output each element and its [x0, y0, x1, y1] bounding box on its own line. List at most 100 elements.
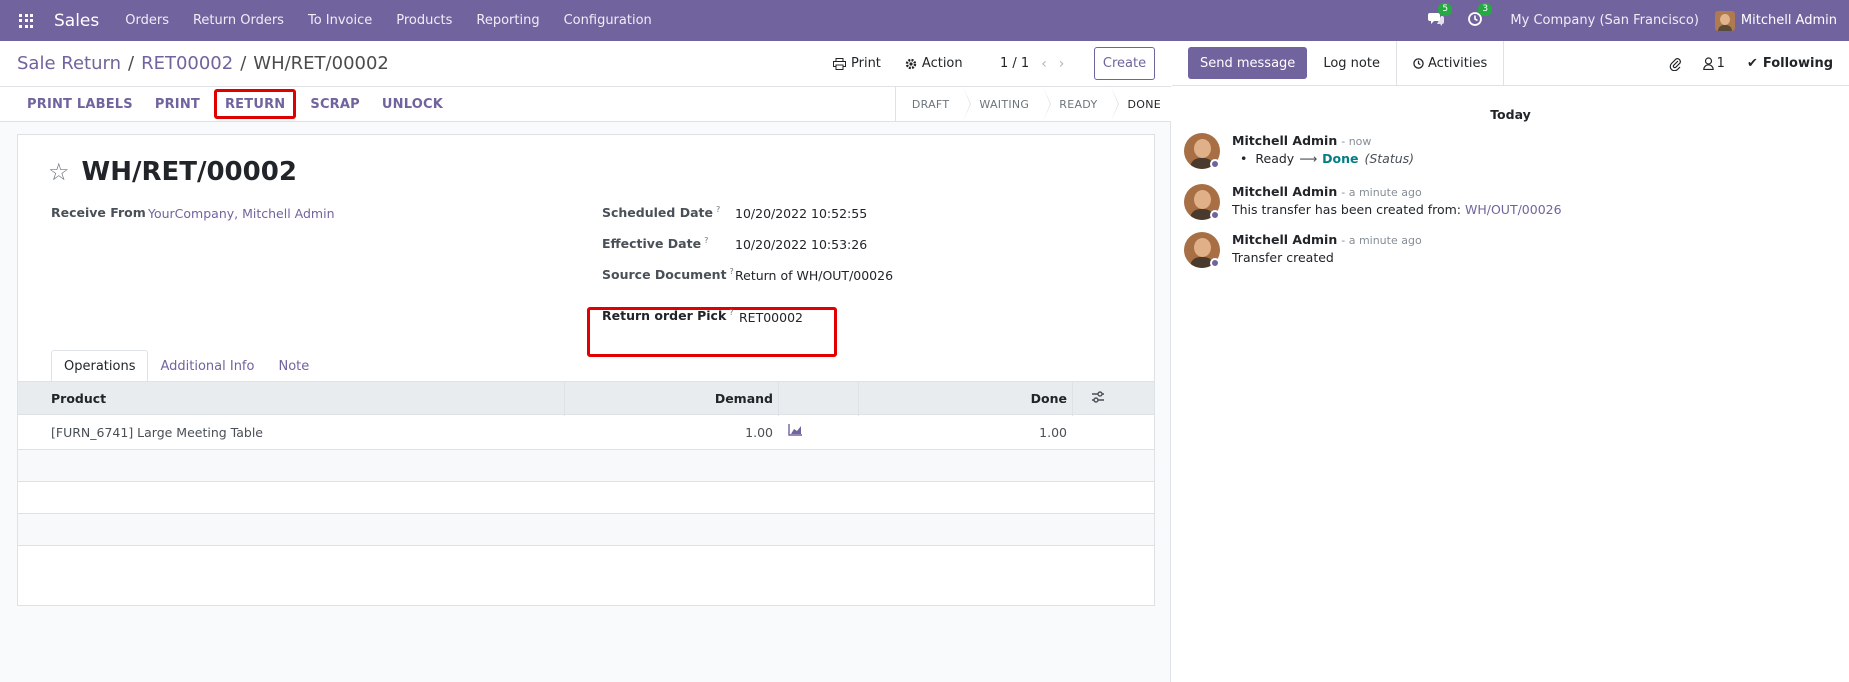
unlock-button[interactable]: UNLOCK — [371, 89, 454, 119]
activities-label: Activities — [1427, 55, 1488, 71]
user-menu[interactable]: Mitchell Admin — [1741, 13, 1837, 28]
scheduled-date-label-text: Scheduled Date — [602, 205, 713, 221]
send-message-button[interactable]: Send message — [1188, 47, 1308, 79]
pager-next-icon[interactable]: › — [1059, 56, 1065, 72]
table-row[interactable]: [FURN_6741] Large Meeting Table 1.00 1.0… — [18, 415, 1154, 450]
status-stages: DRAFT WAITING READY DONE — [894, 87, 1171, 121]
message-origin-link[interactable]: WH/OUT/00026 — [1465, 202, 1562, 217]
followers-button[interactable]: 1 — [1702, 56, 1725, 71]
column-done[interactable]: Done — [18, 391, 1067, 406]
activities-button[interactable]: Activities — [1397, 40, 1505, 86]
message-body: Mitchell Admin - a minute ago Transfer c… — [1232, 232, 1422, 268]
tab-note[interactable]: Note — [266, 350, 321, 382]
menu-to-invoice[interactable]: To Invoice — [296, 13, 384, 28]
breadcrumb-separator: / — [240, 53, 247, 74]
pager: 1 / 1 ‹ › — [1000, 41, 1064, 86]
effective-date-label: Effective Date? — [602, 236, 708, 251]
long-arrow-right-icon: ⟶ — [1299, 151, 1318, 166]
chatter-topbar: Send message Log note Activities 1 ✔ Fol… — [1172, 40, 1849, 86]
help-icon[interactable]: ? — [730, 267, 734, 276]
breadcrumb-sale-return[interactable]: Sale Return — [17, 53, 121, 74]
gear-icon — [905, 58, 917, 69]
tab-additional-info[interactable]: Additional Info — [148, 350, 266, 382]
message-body: Mitchell Admin - now • Ready ⟶ Done (Sta… — [1232, 133, 1414, 169]
chatter-topbar-right: 1 ✔ Following — [1647, 41, 1833, 86]
message-author[interactable]: Mitchell Admin — [1232, 232, 1337, 247]
message-author[interactable]: Mitchell Admin — [1232, 133, 1337, 148]
activities-badge: 3 — [1478, 2, 1493, 16]
optional-columns-icon[interactable] — [1091, 390, 1105, 404]
menu-configuration[interactable]: Configuration — [552, 13, 664, 28]
print-menu-label: Print — [851, 56, 881, 71]
message-author[interactable]: Mitchell Admin — [1232, 184, 1337, 199]
bullet: • — [1240, 151, 1248, 166]
source-document-label-text: Source Document — [602, 267, 727, 283]
company-switcher[interactable]: My Company (San Francisco) — [1510, 13, 1698, 28]
action-menus: Print Action — [833, 41, 987, 86]
breadcrumb-current: WH/RET/00002 — [253, 53, 389, 74]
message-author-avatar[interactable] — [1184, 184, 1220, 220]
message-author-avatar[interactable] — [1184, 232, 1220, 268]
action-menu-label: Action — [921, 56, 963, 71]
form-sheet: ☆ WH/RET/00002 Receive From YourCompany,… — [17, 134, 1155, 606]
receive-from-label: Receive From — [51, 205, 146, 220]
menu-return-orders[interactable]: Return Orders — [181, 13, 296, 28]
help-icon[interactable]: ? — [704, 236, 708, 245]
receive-from-value[interactable]: YourCompany, Mitchell Admin — [148, 206, 335, 221]
record-title: WH/RET/00002 — [81, 157, 297, 187]
log-note-button[interactable]: Log note — [1307, 40, 1397, 86]
tracking-old-value: Ready — [1255, 151, 1295, 166]
menu-orders[interactable]: Orders — [113, 13, 181, 28]
user-icon — [1702, 57, 1714, 70]
tracking-value: • Ready ⟶ Done (Status) — [1240, 151, 1414, 166]
print-menu-button[interactable]: Print — [833, 56, 881, 71]
user-avatar[interactable] — [1714, 10, 1735, 31]
star-icon[interactable]: ☆ — [48, 158, 70, 186]
scrap-button[interactable]: SCRAP — [299, 89, 371, 119]
control-panel: Sale Return / RET00002 / WH/RET/00002 Pr… — [0, 41, 1171, 86]
print-button[interactable]: PRINT — [144, 89, 211, 119]
effective-date-label-text: Effective Date — [602, 236, 702, 252]
messaging-menu[interactable]: 5 — [1428, 2, 1453, 30]
action-menu-button[interactable]: Action — [905, 56, 963, 71]
apps-menu-icon[interactable] — [19, 13, 33, 28]
attachments-button[interactable] — [1669, 57, 1681, 71]
message-text: This transfer has been created from: WH/… — [1232, 202, 1562, 217]
message-date: - a minute ago — [1341, 234, 1422, 247]
followers-count: 1 — [1716, 56, 1725, 71]
source-document-value[interactable]: Return of WH/OUT/00026 — [735, 268, 893, 283]
following-button[interactable]: ✔ Following — [1747, 56, 1833, 71]
scheduled-date-value[interactable]: 10/20/2022 10:52:55 — [735, 206, 867, 221]
breadcrumb-separator: / — [127, 53, 135, 74]
message-body: Mitchell Admin - a minute ago This trans… — [1232, 184, 1562, 220]
paperclip-icon — [1669, 57, 1681, 71]
messages-badge: 5 — [1438, 2, 1453, 16]
printer-icon — [833, 57, 846, 70]
return-order-pick-label: Return order Pick? — [602, 308, 734, 323]
create-button[interactable]: Create — [1094, 47, 1155, 80]
message-header: Mitchell Admin - a minute ago — [1232, 232, 1422, 247]
activity-menu[interactable]: 3 — [1468, 2, 1493, 30]
message-author-avatar[interactable] — [1184, 133, 1220, 169]
breadcrumb-return-order[interactable]: RET00002 — [141, 53, 233, 74]
return-order-pick-label-text: Return order Pick — [602, 308, 727, 324]
row-done: 1.00 — [1039, 425, 1067, 440]
navbar-systray: 5 3 My Company (San Francisco) Mitchell … — [1416, 0, 1849, 41]
top-navbar: Sales Orders Return Orders To Invoice Pr… — [0, 0, 1849, 41]
title-row: ☆ WH/RET/00002 — [48, 157, 297, 187]
help-icon[interactable]: ? — [729, 308, 733, 317]
presence-indicator — [1210, 258, 1220, 268]
return-order-pick-value[interactable]: RET00002 — [739, 310, 803, 325]
tab-operations[interactable]: Operations — [51, 350, 149, 382]
help-icon[interactable]: ? — [716, 205, 720, 214]
menu-products[interactable]: Products — [384, 13, 464, 28]
app-brand[interactable]: Sales — [54, 11, 99, 31]
menu-reporting[interactable]: Reporting — [464, 13, 551, 28]
message-date: - now — [1341, 135, 1372, 148]
effective-date-value: 10/20/2022 10:53:26 — [735, 237, 868, 252]
pager-value[interactable]: 1 / 1 — [1000, 56, 1029, 71]
clock-icon — [1413, 57, 1424, 69]
pager-previous-icon[interactable]: ‹ — [1041, 56, 1047, 72]
print-labels-button[interactable]: PRINT LABELS — [16, 89, 144, 119]
return-button[interactable]: RETURN — [213, 89, 297, 119]
